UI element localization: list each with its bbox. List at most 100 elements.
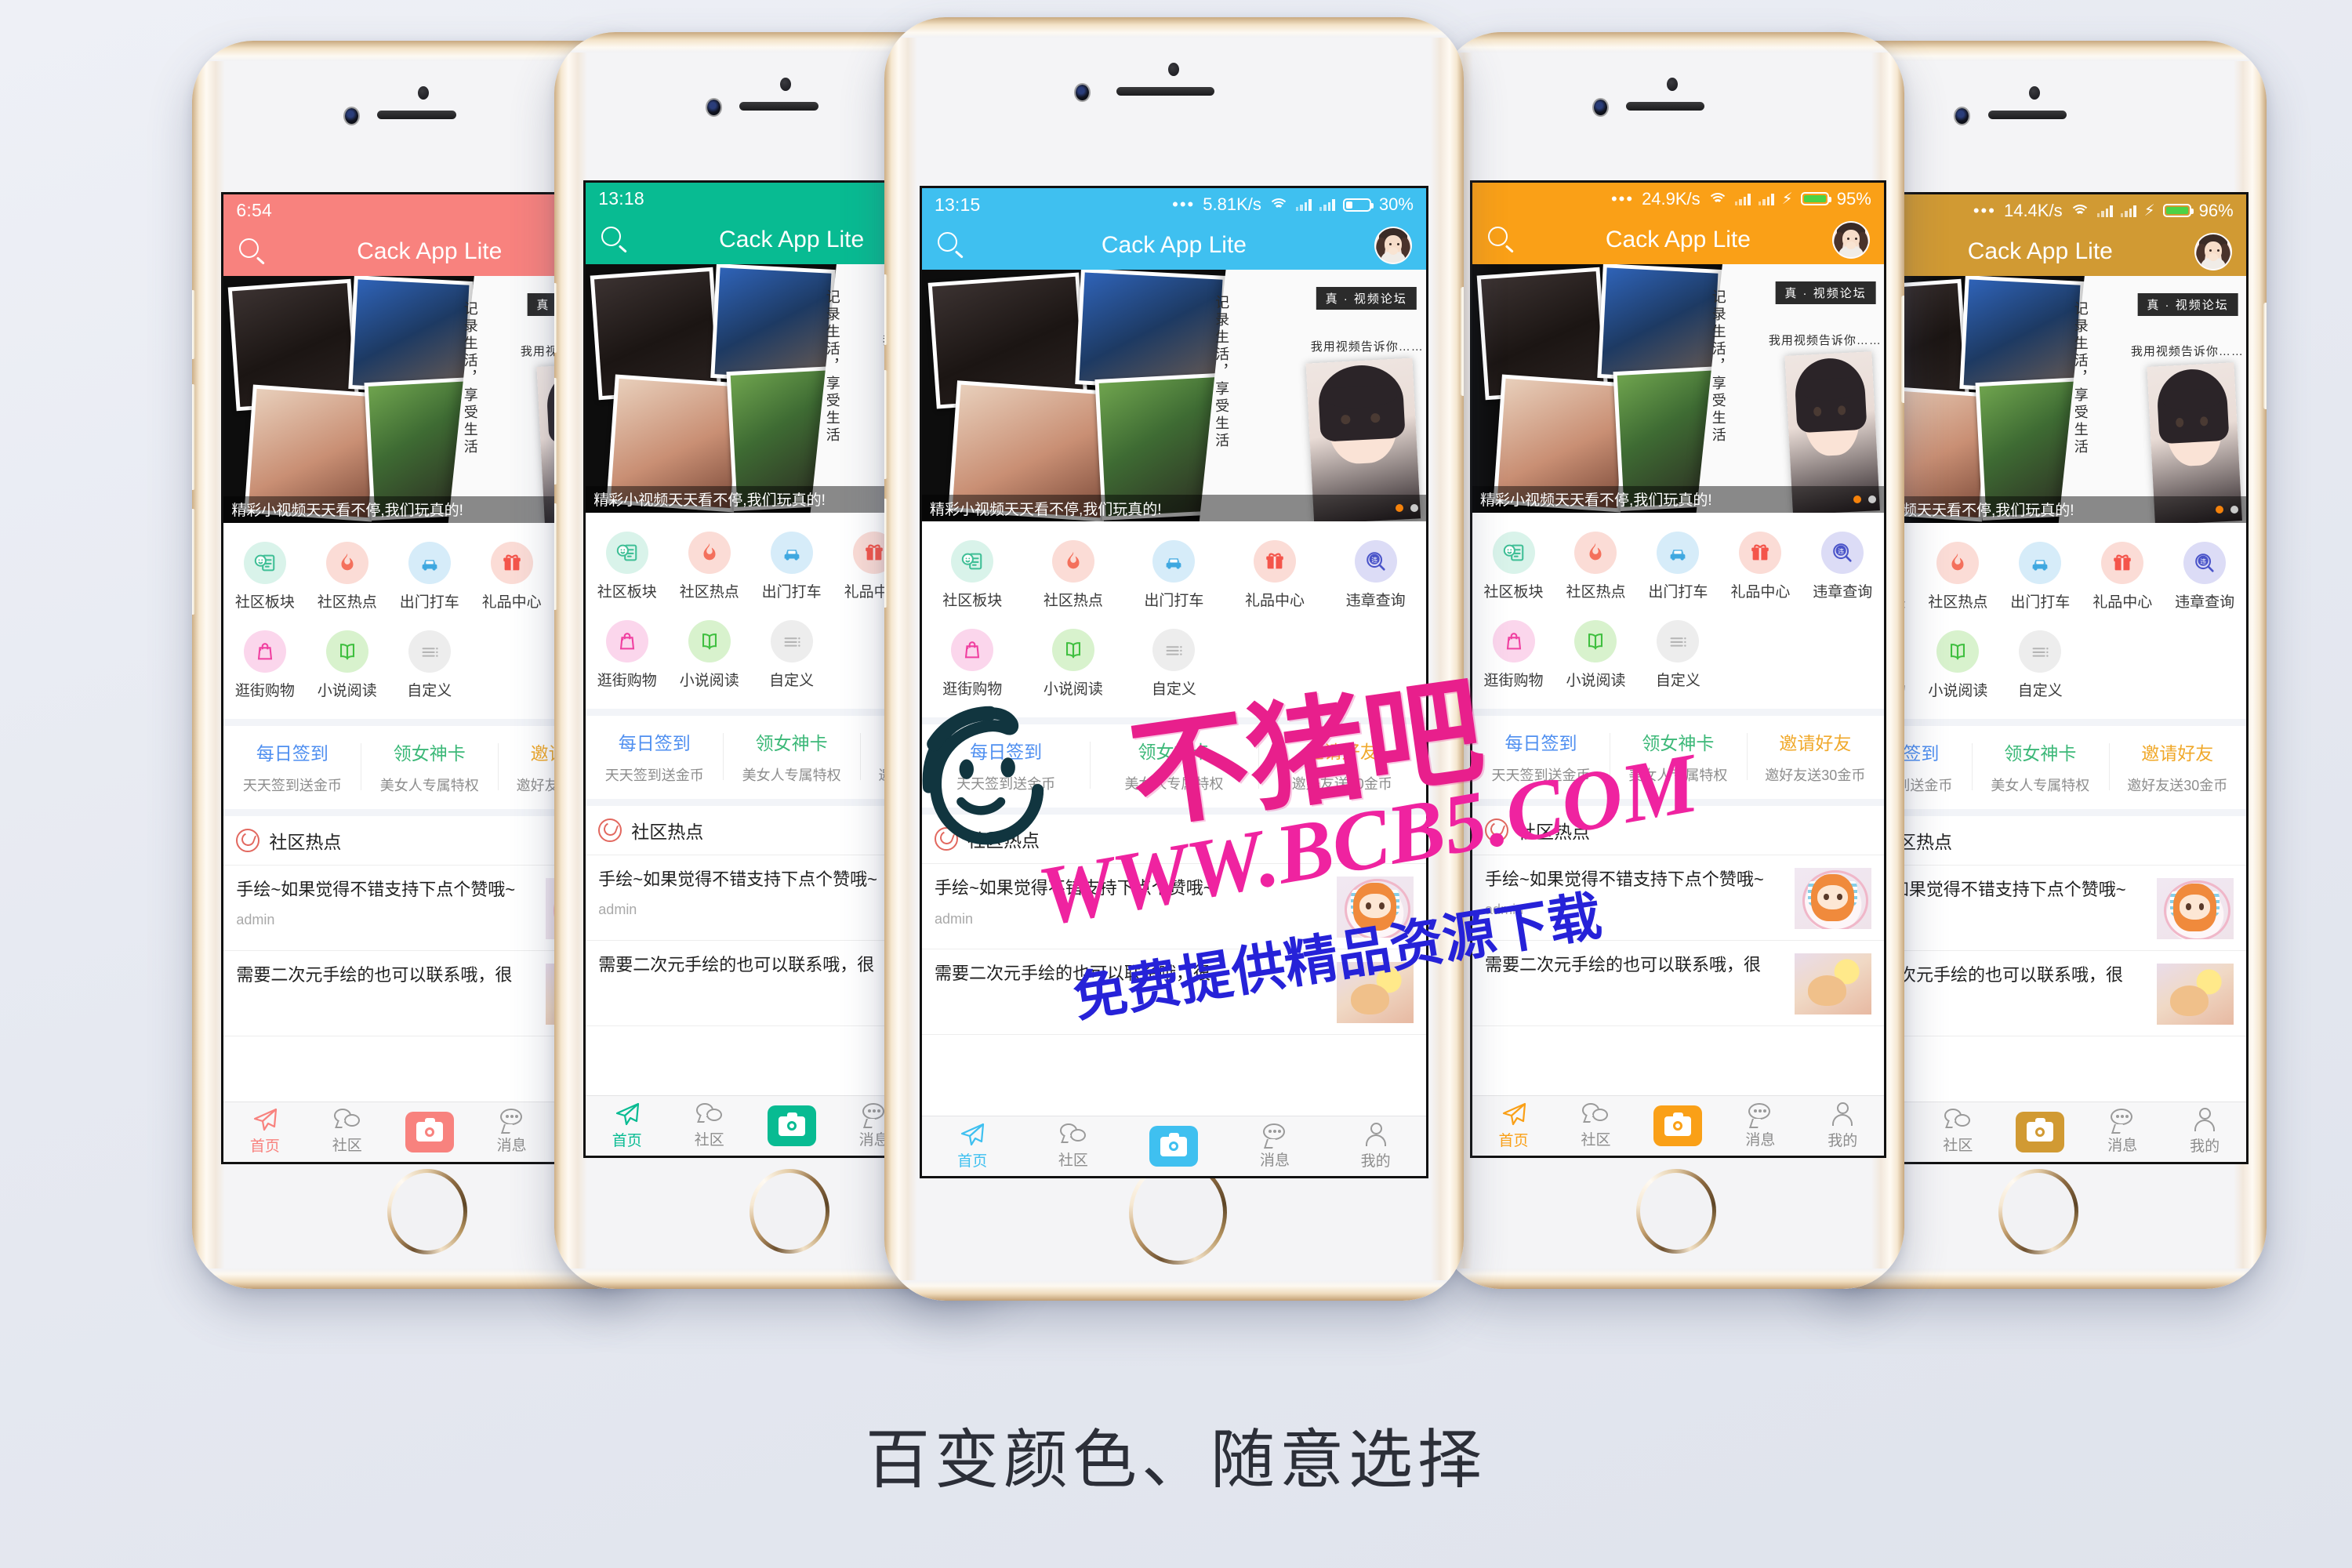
camera-icon[interactable] bbox=[2016, 1111, 2065, 1152]
tab-首页[interactable]: 首页 bbox=[586, 1102, 668, 1150]
tab-消息[interactable]: 消息 bbox=[2082, 1109, 2164, 1155]
promo-banner[interactable]: 记录生活，享受生活 真 · 视频论坛 我用视频告诉你…… 精彩小视频天天看不停,… bbox=[921, 270, 1426, 522]
grid-item-book[interactable]: 小说阅读 bbox=[1917, 622, 1999, 711]
tab-camera[interactable] bbox=[1999, 1111, 2082, 1152]
grid-item-shopping-bag[interactable]: 逛街购物 bbox=[586, 612, 668, 701]
grid-item-car[interactable]: 出门打车 bbox=[750, 524, 833, 612]
grid-item-flame[interactable]: 社区热点 bbox=[1917, 534, 1999, 622]
grid-item-car[interactable]: 出门打车 bbox=[1999, 534, 2082, 622]
tab-我的[interactable]: 我的 bbox=[1802, 1102, 1884, 1150]
grid-item-flame[interactable]: 社区热点 bbox=[306, 534, 388, 622]
grid-item-book[interactable]: 小说阅读 bbox=[668, 612, 750, 701]
camera-icon[interactable] bbox=[405, 1111, 454, 1152]
tab-社区[interactable]: 社区 bbox=[668, 1102, 750, 1149]
grid-item-custom-list[interactable]: 自定义 bbox=[1999, 622, 2082, 711]
avatar[interactable] bbox=[1831, 220, 1870, 259]
power-button[interactable] bbox=[1900, 296, 1904, 403]
grid-item-flame[interactable]: 社区热点 bbox=[1023, 532, 1124, 621]
promo-link-2[interactable]: 领女神卡 美女人专属特权 bbox=[1609, 728, 1747, 785]
tab-首页[interactable]: 首页 bbox=[1472, 1102, 1555, 1150]
volume-button[interactable] bbox=[554, 377, 557, 485]
grid-item-flame[interactable]: 社区热点 bbox=[1555, 524, 1637, 612]
grid-item-community-board[interactable]: 社区板块 bbox=[922, 532, 1023, 621]
grid-item-custom-list[interactable]: 自定义 bbox=[1123, 621, 1225, 710]
search-icon[interactable] bbox=[600, 225, 630, 255]
grid-item-community-board[interactable]: 社区板块 bbox=[1472, 524, 1555, 612]
tab-消息[interactable]: 消息 bbox=[1225, 1123, 1326, 1170]
volume-button[interactable] bbox=[191, 508, 195, 615]
grid-item-shopping-bag[interactable]: 逛街购物 bbox=[922, 621, 1023, 710]
post-item[interactable]: 需要二次元手绘的也可以联系哦，很 bbox=[1472, 940, 1884, 1026]
silent-switch[interactable] bbox=[884, 274, 887, 345]
grid-item-gift[interactable]: 礼品中心 bbox=[1225, 532, 1326, 621]
promo-link-1[interactable]: 每日签到天天签到送金币 bbox=[922, 737, 1090, 793]
grid-item-community-board[interactable]: 社区板块 bbox=[223, 534, 306, 622]
tab-消息[interactable]: 消息 bbox=[470, 1109, 553, 1155]
tab-社区[interactable]: 社区 bbox=[1023, 1123, 1124, 1170]
home-button[interactable] bbox=[1998, 1169, 2078, 1254]
post-item[interactable]: 需要二次元手绘的也可以联系哦，很 bbox=[921, 949, 1426, 1036]
grid-item-shopping-bag[interactable]: 逛街购物 bbox=[1472, 612, 1555, 701]
grid-item-violation-search[interactable]: 违违章查询 bbox=[1802, 524, 1884, 612]
grid-item-custom-list[interactable]: 自定义 bbox=[1637, 612, 1719, 701]
grid-item-shopping-bag[interactable]: 逛街购物 bbox=[223, 622, 306, 711]
tab-camera[interactable] bbox=[750, 1105, 833, 1147]
carousel-dots[interactable] bbox=[1853, 495, 1876, 503]
camera-icon[interactable] bbox=[767, 1105, 816, 1147]
search-icon[interactable] bbox=[1486, 225, 1516, 255]
tab-首页[interactable]: 首页 bbox=[223, 1108, 306, 1156]
grid-item-flame[interactable]: 社区热点 bbox=[668, 524, 750, 612]
grid-item-car[interactable]: 出门打车 bbox=[388, 534, 470, 622]
promo-link-3[interactable]: 邀请好友邀好友送30金币 bbox=[1746, 728, 1884, 785]
post-item[interactable]: 手绘~如果觉得不错支持下点个赞哦~ admin bbox=[1472, 855, 1884, 941]
grid-item-gift[interactable]: 礼品中心 bbox=[1719, 524, 1802, 612]
tab-我的[interactable]: 我的 bbox=[1325, 1122, 1426, 1171]
search-icon[interactable] bbox=[936, 230, 966, 260]
tab-消息[interactable]: 消息 bbox=[1719, 1102, 1802, 1149]
tab-社区[interactable]: 社区 bbox=[1555, 1102, 1637, 1149]
promo-link-1[interactable]: 每日签到天天签到送金币 bbox=[586, 728, 723, 785]
promo-link-3[interactable]: 邀请好友邀好友送30金币 bbox=[1258, 737, 1426, 793]
tab-camera[interactable] bbox=[1123, 1126, 1225, 1167]
home-button[interactable] bbox=[387, 1169, 467, 1254]
grid-item-car[interactable]: 出门打车 bbox=[1637, 524, 1719, 612]
tab-camera[interactable] bbox=[388, 1111, 470, 1152]
grid-item-custom-list[interactable]: 自定义 bbox=[388, 622, 470, 711]
grid-item-book[interactable]: 小说阅读 bbox=[306, 622, 388, 711]
grid-item-community-board[interactable]: 社区板块 bbox=[586, 524, 668, 612]
promo-link-2[interactable]: 领女神卡 美女人专属特权 bbox=[1090, 737, 1258, 793]
tab-社区[interactable]: 社区 bbox=[1917, 1109, 1999, 1155]
tab-首页[interactable]: 首页 bbox=[922, 1123, 1023, 1171]
silent-switch[interactable] bbox=[554, 283, 557, 353]
tab-我的[interactable]: 我的 bbox=[2164, 1108, 2246, 1156]
promo-link-2[interactable]: 领女神卡 美女人专属特权 bbox=[1971, 739, 2109, 795]
promo-banner[interactable]: 记录生活，享受生活 真 · 视频论坛 我用视频告诉你…… 精彩小视频天天看不停,… bbox=[1472, 263, 1884, 513]
tab-camera[interactable] bbox=[1637, 1105, 1719, 1147]
grid-item-custom-list[interactable]: 自定义 bbox=[750, 612, 833, 701]
promo-link-1[interactable]: 每日签到天天签到送金币 bbox=[223, 739, 361, 795]
home-button[interactable] bbox=[1636, 1169, 1716, 1254]
grid-item-violation-search[interactable]: 违违章查询 bbox=[1325, 532, 1426, 621]
camera-icon[interactable] bbox=[1149, 1126, 1199, 1167]
promo-link-3[interactable]: 邀请好友邀好友送30金币 bbox=[2108, 739, 2246, 795]
volume-button[interactable] bbox=[884, 370, 887, 480]
volume-button[interactable] bbox=[884, 499, 887, 608]
search-icon[interactable] bbox=[238, 237, 267, 267]
promo-link-2[interactable]: 领女神卡 美女人专属特权 bbox=[361, 739, 498, 795]
grid-item-book[interactable]: 小说阅读 bbox=[1555, 612, 1637, 701]
promo-link-2[interactable]: 领女神卡 美女人专属特权 bbox=[723, 728, 860, 785]
grid-item-gift[interactable]: 礼品中心 bbox=[2082, 534, 2164, 622]
silent-switch[interactable] bbox=[191, 290, 195, 359]
grid-item-car[interactable]: 出门打车 bbox=[1123, 532, 1225, 621]
grid-item-gift[interactable]: 礼品中心 bbox=[470, 534, 553, 622]
power-button[interactable] bbox=[2263, 303, 2267, 409]
post-item[interactable]: 手绘~如果觉得不错支持下点个赞哦~ admin bbox=[921, 864, 1426, 950]
promo-link-1[interactable]: 每日签到天天签到送金币 bbox=[1472, 728, 1610, 785]
carousel-dots[interactable] bbox=[2215, 505, 2238, 514]
power-button[interactable] bbox=[1460, 286, 1464, 397]
volume-button[interactable] bbox=[554, 503, 557, 611]
home-button[interactable] bbox=[750, 1169, 829, 1254]
grid-item-book[interactable]: 小说阅读 bbox=[1023, 621, 1124, 710]
grid-item-violation-search[interactable]: 违违章查询 bbox=[2164, 534, 2246, 622]
tab-社区[interactable]: 社区 bbox=[306, 1109, 388, 1155]
